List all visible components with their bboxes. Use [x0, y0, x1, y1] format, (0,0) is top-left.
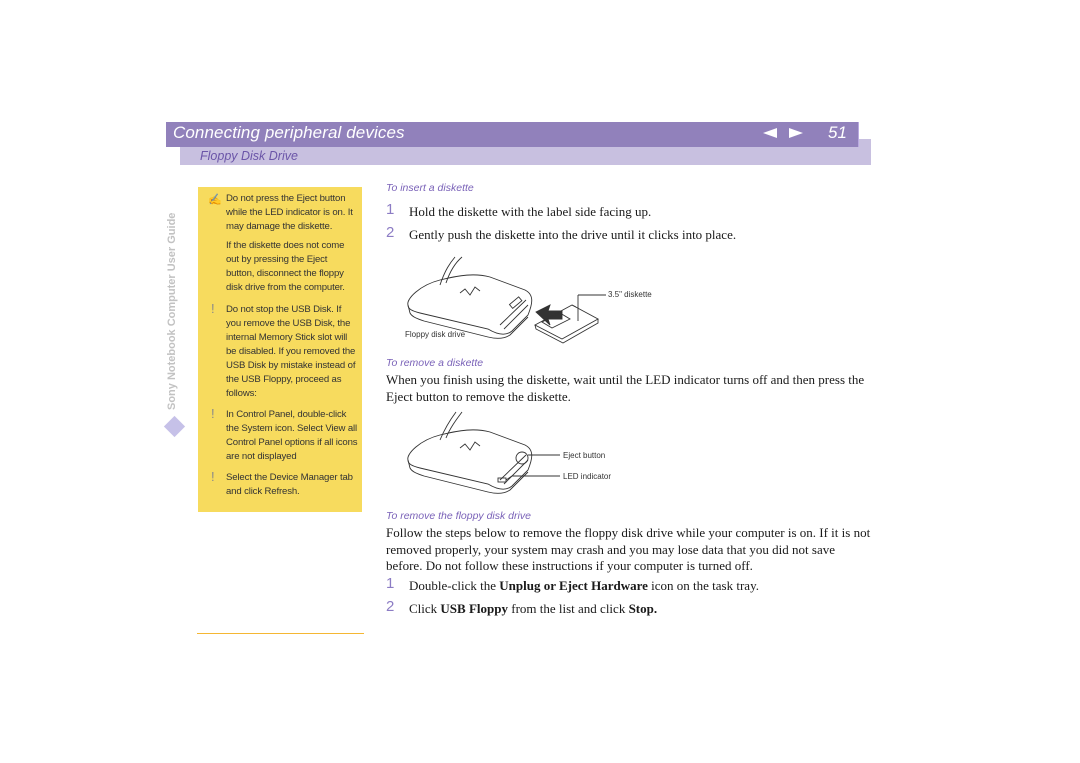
pen-note-icon: ✍ — [208, 194, 222, 206]
triangle-right-icon[interactable] — [789, 128, 803, 138]
step-number: 1 — [386, 575, 395, 592]
guide-label: Sony Notebook Computer User Guide — [165, 185, 179, 410]
exclamation-icon: ! — [211, 469, 215, 484]
step-text: Gently push the diskette into the drive … — [409, 227, 737, 242]
eject-button — [515, 451, 529, 465]
usb-floppy-term: USB Floppy — [440, 601, 508, 616]
stop-term: Stop. — [628, 601, 658, 616]
drive-label: Floppy disk drive — [405, 330, 466, 339]
unplug-eject-hardware-term: Unplug or Eject Hardware — [499, 578, 648, 593]
remove-diskette-paragraph: When you finish using the diskette, wait… — [386, 372, 865, 404]
notes-panel: ✍ Do not press the Eject button while th… — [198, 187, 362, 512]
insert-heading: To insert a diskette — [386, 182, 474, 194]
step-text: Double-click the Unplug or Eject Hardwar… — [409, 578, 759, 593]
step-number: 1 — [386, 201, 395, 218]
vaio-logo — [459, 286, 481, 296]
remove-diskette-heading: To remove a diskette — [386, 357, 484, 369]
step-number: 2 — [386, 598, 395, 615]
page-number: 51 — [828, 123, 847, 142]
triangle-left-icon[interactable] — [763, 128, 777, 138]
guide-label-text: Sony Notebook Computer User Guide — [166, 212, 178, 410]
note-item: Do not stop the USB Disk. If you remove … — [226, 304, 356, 399]
diskette-label: 3.5" diskette — [608, 290, 652, 299]
chapter-title: Connecting peripheral devices — [173, 123, 405, 142]
note-item: If the diskette does not come out by pre… — [226, 240, 345, 293]
exclamation-icon: ! — [211, 301, 215, 316]
note-item: Do not press the Eject button while the … — [226, 193, 353, 232]
remove-drive-heading: To remove the floppy disk drive — [386, 510, 531, 522]
section-title: Floppy Disk Drive — [200, 149, 298, 163]
eject-illustration — [407, 411, 560, 494]
footer-rule — [197, 633, 364, 634]
diamond-icon — [163, 415, 186, 438]
note-item: Select the Device Manager tab and click … — [226, 472, 353, 497]
step-number: 2 — [386, 224, 395, 241]
eject-label: Eject button — [563, 451, 606, 460]
exclamation-icon: ! — [211, 406, 215, 421]
step-text: Hold the diskette with the label side fa… — [409, 204, 652, 219]
led-label: LED indicator — [563, 472, 612, 481]
step-text: Click USB Floppy from the list and click… — [409, 601, 658, 616]
remove-drive-paragraph: Follow the steps below to remove the flo… — [386, 525, 871, 573]
drive-body — [407, 274, 533, 335]
note-item: In Control Panel, double-click the Syste… — [226, 409, 358, 462]
